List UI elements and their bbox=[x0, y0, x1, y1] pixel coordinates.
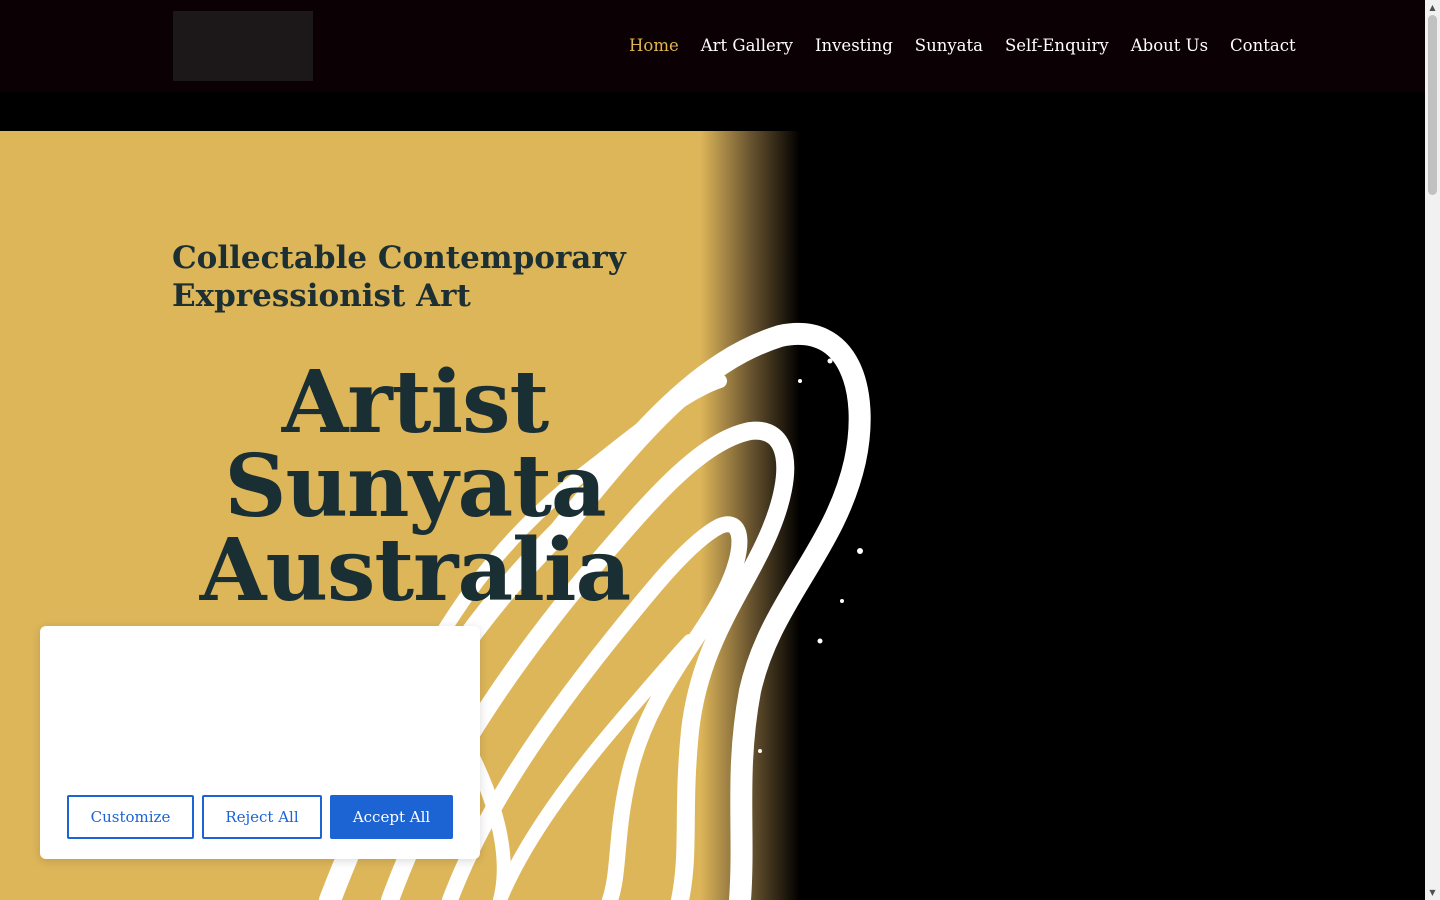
nav-item-self-enquiry[interactable]: Self-Enquiry bbox=[1005, 33, 1109, 59]
reject-all-button[interactable]: Reject All bbox=[202, 795, 322, 839]
artwork-speck bbox=[840, 599, 844, 603]
page: Home Art Gallery Investing Sunyata Self-… bbox=[0, 0, 1440, 900]
site-logo[interactable] bbox=[173, 11, 313, 81]
nav-item-about-us[interactable]: About Us bbox=[1131, 33, 1208, 59]
scrollbar-thumb[interactable] bbox=[1428, 15, 1437, 195]
artwork-speck bbox=[732, 828, 738, 834]
nav-item-art-gallery[interactable]: Art Gallery bbox=[701, 33, 793, 59]
artwork-speck bbox=[857, 548, 863, 554]
hero-title-line-1: Artist bbox=[281, 352, 550, 453]
artwork-speck bbox=[758, 749, 762, 753]
cookie-consent-banner: Customize Reject All Accept All bbox=[40, 626, 480, 859]
nav-item-investing[interactable]: Investing bbox=[815, 33, 893, 59]
nav-item-sunyata[interactable]: Sunyata bbox=[915, 33, 983, 59]
artwork-speck bbox=[817, 638, 823, 644]
customize-button[interactable]: Customize bbox=[67, 795, 194, 839]
site-header: Home Art Gallery Investing Sunyata Self-… bbox=[0, 0, 1425, 92]
page-scrollbar[interactable]: ▲ ▼ bbox=[1425, 0, 1440, 900]
accept-all-button[interactable]: Accept All bbox=[330, 795, 453, 839]
hero-title: Artist Sunyata Australia bbox=[150, 352, 680, 621]
hero-title-line-2: Sunyata bbox=[224, 436, 606, 537]
scroll-up-arrow-icon[interactable]: ▲ bbox=[1425, 0, 1440, 15]
artwork-stroke-core bbox=[493, 634, 697, 900]
nav-item-home[interactable]: Home bbox=[629, 33, 679, 59]
artwork-speck bbox=[827, 358, 833, 364]
hero-subtitle: Collectable Contemporary Expressionist A… bbox=[172, 240, 626, 314]
artwork-speck bbox=[798, 379, 802, 383]
nav-item-contact[interactable]: Contact bbox=[1230, 33, 1296, 59]
main-nav: Home Art Gallery Investing Sunyata Self-… bbox=[629, 33, 1296, 59]
scroll-down-arrow-icon[interactable]: ▼ bbox=[1425, 885, 1440, 900]
hero-title-line-3: Australia bbox=[199, 520, 632, 621]
